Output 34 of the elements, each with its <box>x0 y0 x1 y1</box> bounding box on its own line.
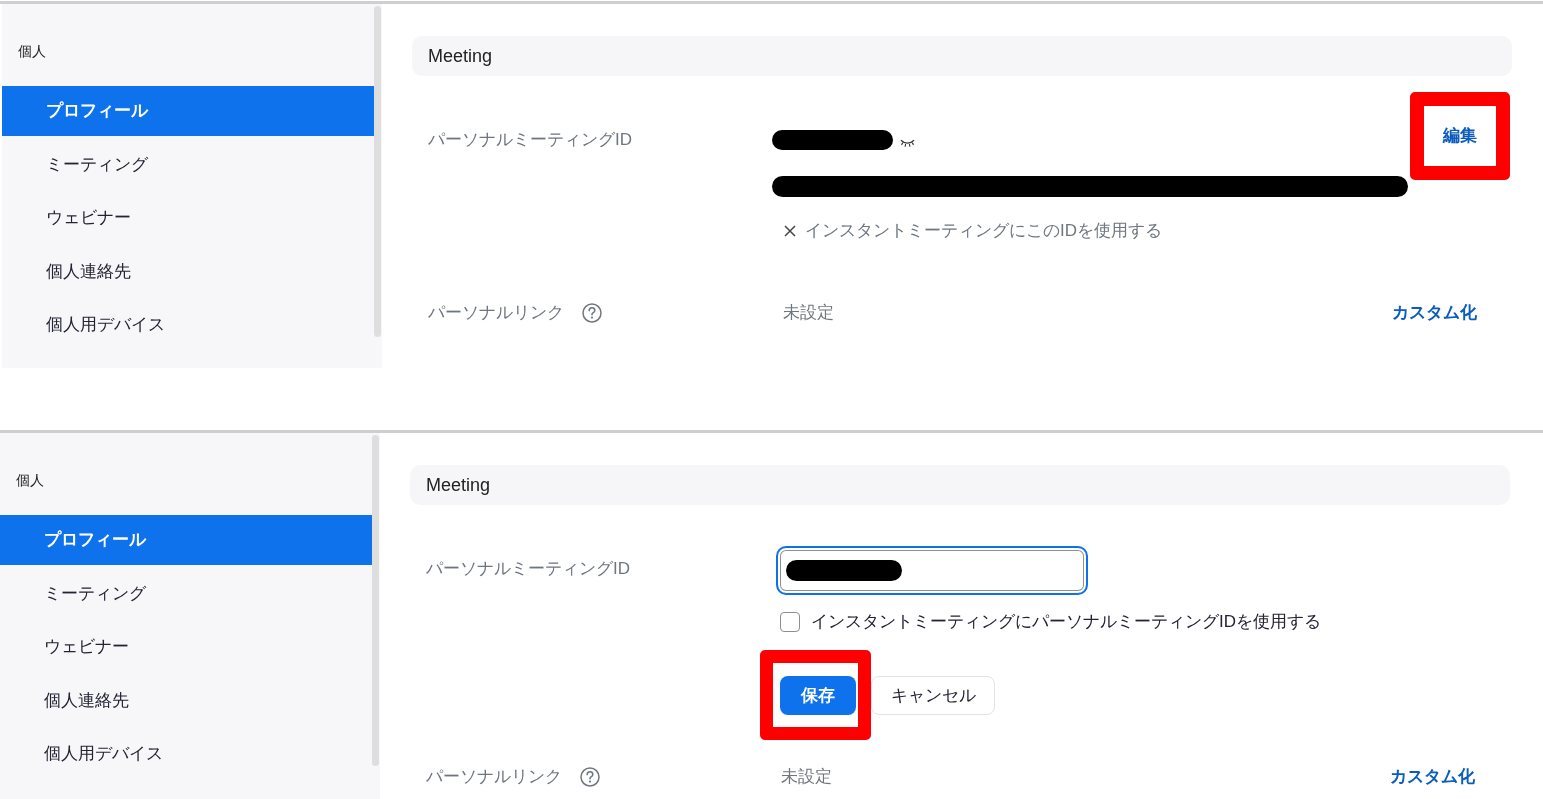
sidebar-item[interactable]: プロフィール <box>2 86 374 136</box>
field-label: パーソナルミーティングID <box>428 129 633 151</box>
sidebar-item[interactable]: ウェビナー <box>0 622 372 672</box>
sidebar-item[interactable]: ミーティング <box>0 568 372 619</box>
section-header: Meeting <box>412 36 1512 76</box>
option-text: インスタントミーティングにこのIDを使用する <box>805 220 1162 242</box>
edit-link[interactable]: 編集 <box>1443 124 1477 148</box>
sidebar-item[interactable]: 個人連絡先 <box>0 675 372 726</box>
scrollbar-thumb[interactable] <box>374 6 381 337</box>
input-field[interactable] <box>776 546 1088 595</box>
field-value: 未設定 <box>783 302 835 324</box>
scrollbar-thumb[interactable] <box>372 435 379 766</box>
field-label: パーソナルリンク <box>428 302 564 324</box>
sidebar-heading: 個人 <box>17 42 47 61</box>
sidebar-item[interactable]: ミーティング <box>2 139 374 190</box>
help-icon[interactable] <box>582 303 602 323</box>
field-label: パーソナルミーティングID <box>426 558 631 580</box>
field-value: 未設定 <box>781 766 833 788</box>
sidebar-heading: 個人 <box>15 471 45 490</box>
sidebar-item[interactable]: プロフィール <box>0 515 372 565</box>
save-button[interactable]: 保存 <box>780 675 856 715</box>
checkbox[interactable] <box>780 612 800 632</box>
section-header: Meeting <box>410 465 1510 505</box>
sidebar-item[interactable]: ウェビナー <box>2 193 374 243</box>
closed-eye-icon[interactable] <box>900 138 915 148</box>
customize-link[interactable]: カスタム化 <box>1392 301 1477 325</box>
sidebar-item[interactable]: 個人用デバイス <box>0 729 372 779</box>
sidebar-item[interactable]: 個人用デバイス <box>2 300 374 350</box>
sidebar-item[interactable]: 個人連絡先 <box>2 246 374 297</box>
cancel-button[interactable]: キャンセル <box>871 675 995 715</box>
field-label: パーソナルリンク <box>426 766 562 788</box>
checkbox-label: インスタントミーティングにパーソナルミーティングIDを使用する <box>811 611 1321 633</box>
help-icon[interactable] <box>580 767 600 787</box>
customize-link[interactable]: カスタム化 <box>1390 765 1475 789</box>
